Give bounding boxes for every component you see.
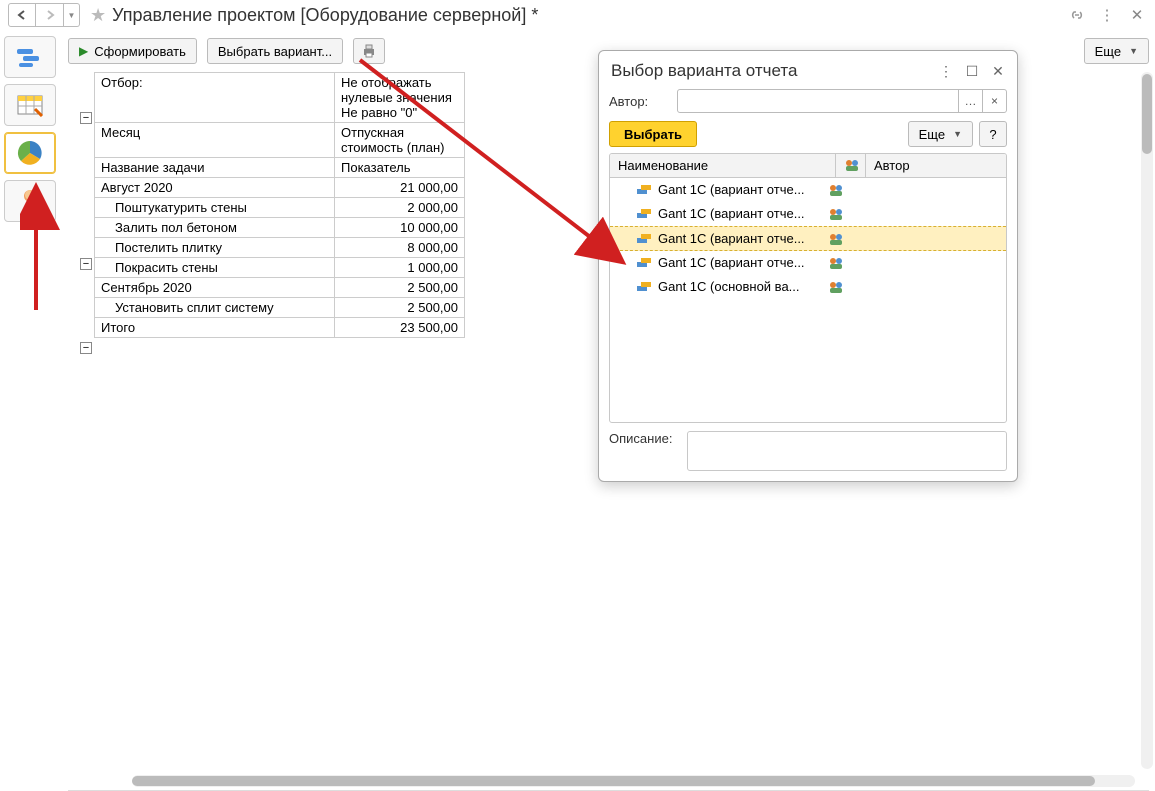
- description-box: [687, 431, 1007, 471]
- dialog-title: Выбор варианта отчета: [611, 61, 797, 81]
- choose-variant-button[interactable]: Выбрать вариант...: [207, 38, 343, 64]
- report-row-value: 21 000,00: [335, 178, 465, 198]
- rail-user-button[interactable]: [4, 180, 56, 222]
- nav-back-button[interactable]: [8, 3, 36, 27]
- printer-icon: [361, 43, 377, 59]
- outline-collapse-1[interactable]: −: [80, 112, 92, 124]
- link-icon[interactable]: [1067, 5, 1087, 25]
- variant-item-name: Gant 1С (вариант отче...: [658, 206, 828, 221]
- variant-shared-icon: [828, 280, 858, 294]
- form-report-button[interactable]: ▶ Сформировать: [68, 38, 197, 64]
- close-window-icon[interactable]: ✕: [1127, 5, 1147, 25]
- more-label: Еще: [1095, 44, 1121, 59]
- nav-forward-button[interactable]: [36, 3, 64, 27]
- report-row-value: 2 500,00: [335, 298, 465, 318]
- variant-item-name: Gant 1С (вариант отче...: [658, 182, 828, 197]
- filter-text: Не отображать нулевые значения Не равно …: [335, 73, 465, 123]
- select-button[interactable]: Выбрать: [609, 121, 697, 147]
- report-row-value: 23 500,00: [335, 318, 465, 338]
- dialog-help-button[interactable]: ?: [979, 121, 1007, 147]
- report-row-label: Постелить плитку: [95, 238, 335, 258]
- dialog-close-icon[interactable]: ✕: [989, 62, 1007, 80]
- favorite-star-icon[interactable]: ★: [90, 5, 106, 26]
- report-row-value: 1 000,00: [335, 258, 465, 278]
- variant-item-name: Gant 1С (вариант отче...: [658, 231, 828, 246]
- report-row-label: Итого: [95, 318, 335, 338]
- report-row-value: 8 000,00: [335, 238, 465, 258]
- report-table: Отбор: Не отображать нулевые значения Не…: [94, 72, 465, 338]
- col-indicator: Показатель: [335, 158, 465, 178]
- horizontal-scrollbar[interactable]: [132, 775, 1135, 787]
- variant-shared-icon: [828, 232, 858, 246]
- variant-item-icon: [636, 183, 652, 197]
- help-label: ?: [989, 127, 996, 142]
- report-row-label: Залить пол бетоном: [95, 218, 335, 238]
- description-label: Описание:: [609, 431, 679, 446]
- col-task: Название задачи: [95, 158, 335, 178]
- outline-collapse-2[interactable]: −: [80, 258, 92, 270]
- variant-row[interactable]: Gant 1С (вариант отче...: [610, 178, 1006, 202]
- report-row-label: Покрасить стены: [95, 258, 335, 278]
- variant-shared-icon: [828, 183, 858, 197]
- variant-col-author[interactable]: Автор: [866, 154, 1006, 177]
- play-icon: ▶: [79, 44, 88, 58]
- variant-item-icon: [636, 232, 652, 246]
- report-row-label: Август 2020: [95, 178, 335, 198]
- variant-row[interactable]: Gant 1С (вариант отче...: [610, 226, 1006, 251]
- variant-shared-icon: [828, 207, 858, 221]
- report-row-value: 2 500,00: [335, 278, 465, 298]
- variant-shared-icon: [828, 256, 858, 270]
- dialog-maximize-icon[interactable]: ☐: [963, 62, 981, 80]
- author-input[interactable]: [678, 90, 958, 112]
- report-row-value: 10 000,00: [335, 218, 465, 238]
- variant-row[interactable]: Gant 1С (вариант отче...: [610, 202, 1006, 226]
- chevron-down-icon: ▼: [1129, 46, 1138, 56]
- filter-label: Отбор:: [95, 73, 335, 123]
- variant-item-name: Gant 1С (основной ва...: [658, 279, 828, 294]
- window-title: Управление проектом [Оборудование сервер…: [112, 5, 538, 26]
- variant-dialog: Выбор варианта отчета ⋮ ☐ ✕ Автор: … × В…: [598, 50, 1018, 482]
- report-row-label: Поштукатурить стены: [95, 198, 335, 218]
- variant-item-icon: [636, 207, 652, 221]
- kebab-menu-icon[interactable]: ⋮: [1097, 5, 1117, 25]
- variant-col-name[interactable]: Наименование: [610, 154, 836, 177]
- variant-col-shared-icon[interactable]: [836, 154, 866, 177]
- form-report-label: Сформировать: [94, 44, 186, 59]
- chevron-down-icon: ▼: [953, 129, 962, 139]
- report-row-label: Установить сплит систему: [95, 298, 335, 318]
- author-lookup-button[interactable]: …: [958, 90, 982, 112]
- rail-gantt-button[interactable]: [4, 36, 56, 78]
- variant-item-name: Gant 1С (вариант отче...: [658, 255, 828, 270]
- variant-row[interactable]: Gant 1С (вариант отче...: [610, 251, 1006, 275]
- variant-item-icon: [636, 256, 652, 270]
- variant-item-icon: [636, 280, 652, 294]
- author-clear-button[interactable]: ×: [982, 90, 1006, 112]
- col-month: Месяц: [95, 123, 335, 158]
- more-button[interactable]: Еще ▼: [1084, 38, 1149, 64]
- author-label: Автор:: [609, 94, 669, 109]
- dialog-more-button[interactable]: Еще ▼: [908, 121, 973, 147]
- rail-table-button[interactable]: [4, 84, 56, 126]
- dialog-kebab-icon[interactable]: ⋮: [937, 62, 955, 80]
- nav-dropdown-button[interactable]: ▼: [64, 3, 80, 27]
- vertical-scrollbar[interactable]: [1141, 72, 1153, 769]
- choose-variant-label: Выбрать вариант...: [218, 44, 332, 59]
- outline-collapse-3[interactable]: −: [80, 342, 92, 354]
- report-row-value: 2 000,00: [335, 198, 465, 218]
- dialog-more-label: Еще: [919, 127, 945, 142]
- rail-chart-button[interactable]: [4, 132, 56, 174]
- select-button-label: Выбрать: [624, 127, 682, 142]
- report-row-label: Сентябрь 2020: [95, 278, 335, 298]
- variant-row[interactable]: Gant 1С (основной ва...: [610, 275, 1006, 299]
- col-release-cost: Отпускная стоимость (план): [335, 123, 465, 158]
- print-button[interactable]: [353, 38, 385, 64]
